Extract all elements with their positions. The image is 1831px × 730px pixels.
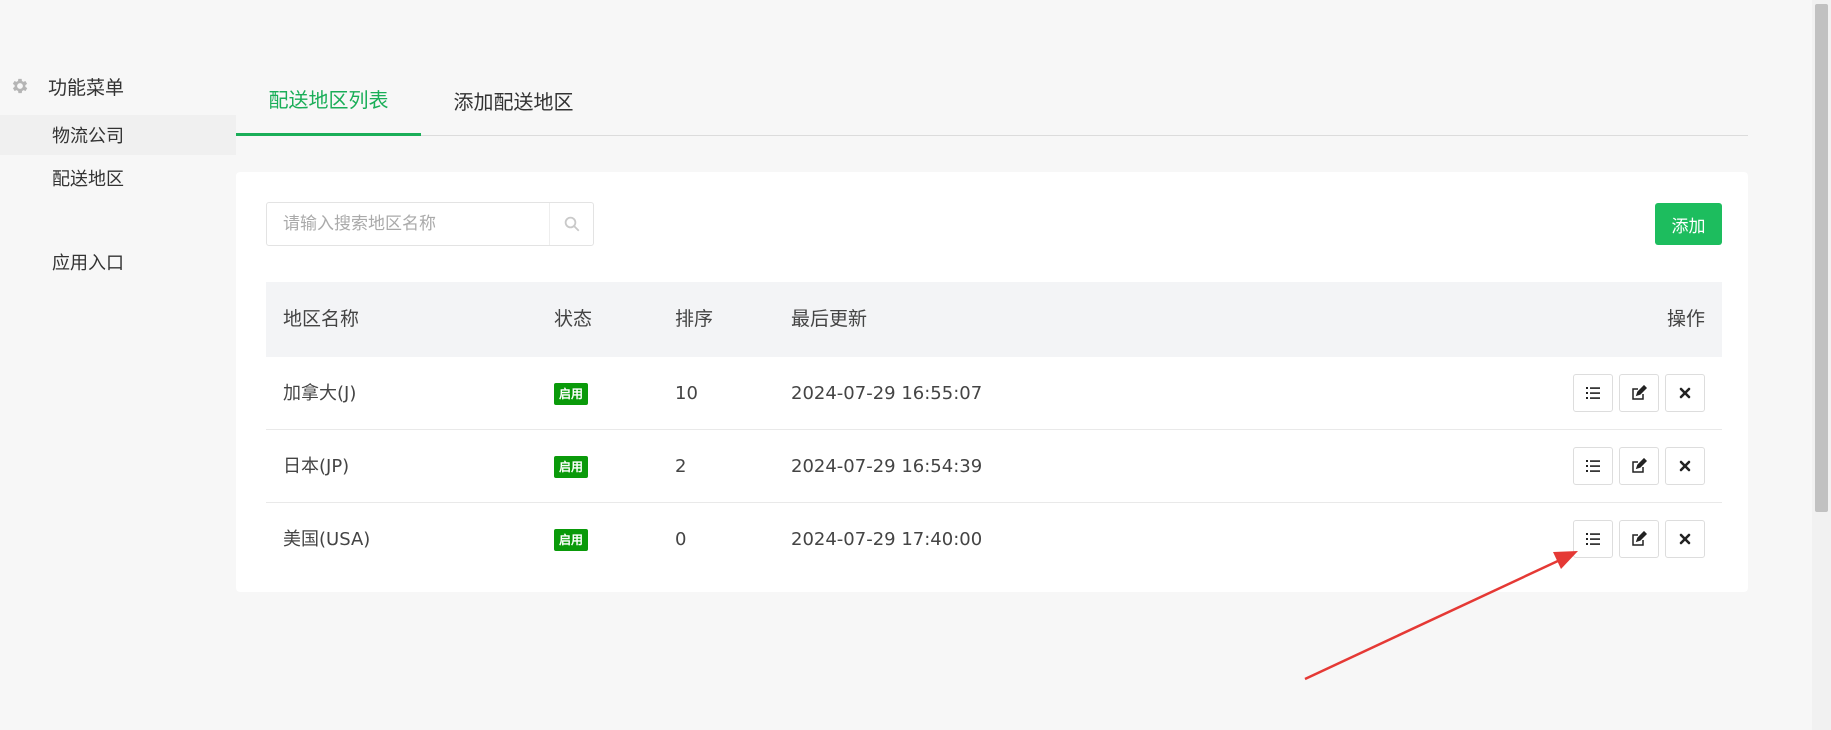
region-name: 美国(USA) [283,529,371,550]
gear-icon [10,76,30,96]
page: 功能菜单 物流公司 配送地区 应用入口 配送地区列表 添加配送地区 添加 [0,0,1831,730]
header-updated: 最后更新 [791,308,868,330]
list-icon[interactable] [1573,374,1613,412]
content-card: 添加 地区名称 状态 排序 最后更新 操作 加拿大(J) 启用 10 2024-… [236,172,1748,592]
sidebar-item-label: 物流公司 [52,126,124,147]
search-box [266,202,594,246]
sidebar-item-delivery-regions[interactable]: 配送地区 [0,158,236,198]
search-input[interactable] [267,203,549,245]
sort-value: 0 [675,529,687,550]
search-icon[interactable] [549,203,593,245]
status-badge: 启用 [554,383,589,405]
status-badge: 启用 [554,456,589,478]
menu-title: 功能菜单 [48,76,125,99]
header-status: 状态 [554,308,593,330]
row-actions [1573,374,1705,412]
tab-region-list[interactable]: 配送地区列表 [236,64,421,136]
header-ops: 操作 [1666,308,1705,330]
row-actions [1573,447,1705,485]
sort-value: 2 [675,456,687,477]
row-actions [1573,520,1705,558]
list-icon[interactable] [1573,447,1613,485]
sidebar: 功能菜单 物流公司 配送地区 应用入口 [0,0,236,730]
sidebar-item-label: 应用入口 [52,253,124,274]
table-row: 加拿大(J) 启用 10 2024-07-29 16:55:07 [266,357,1722,430]
edit-icon[interactable] [1619,447,1659,485]
region-name: 日本(JP) [283,456,350,477]
table-header: 地区名称 状态 排序 最后更新 操作 [266,282,1722,357]
region-name: 加拿大(J) [283,383,357,404]
tab-add-region[interactable]: 添加配送地区 [421,64,606,136]
header-name: 地区名称 [283,308,360,330]
regions-table: 地区名称 状态 排序 最后更新 操作 加拿大(J) 启用 10 2024-07-… [266,282,1722,576]
edit-icon[interactable] [1619,374,1659,412]
updated-time: 2024-07-29 16:55:07 [791,383,983,404]
tab-bar: 配送地区列表 添加配送地区 [236,64,1748,136]
close-icon[interactable] [1665,520,1705,558]
edit-icon[interactable] [1619,520,1659,558]
list-icon[interactable] [1573,520,1613,558]
close-icon[interactable] [1665,374,1705,412]
status-badge: 启用 [554,529,589,551]
sidebar-item-label: 配送地区 [52,169,124,190]
updated-time: 2024-07-29 16:54:39 [791,456,983,477]
add-button[interactable]: 添加 [1655,203,1722,245]
menu-header: 功能菜单 [10,72,124,100]
close-icon[interactable] [1665,447,1705,485]
table-row: 日本(JP) 启用 2 2024-07-29 16:54:39 [266,430,1722,503]
scrollbar-thumb[interactable] [1815,4,1828,512]
sidebar-item-logistics[interactable]: 物流公司 [0,115,236,155]
header-sort: 排序 [675,308,714,330]
table-row: 美国(USA) 启用 0 2024-07-29 17:40:00 [266,503,1722,576]
sort-value: 10 [675,383,698,404]
sidebar-item-app-entry[interactable]: 应用入口 [0,242,236,282]
updated-time: 2024-07-29 17:40:00 [791,529,983,550]
vertical-scrollbar[interactable] [1812,0,1831,730]
